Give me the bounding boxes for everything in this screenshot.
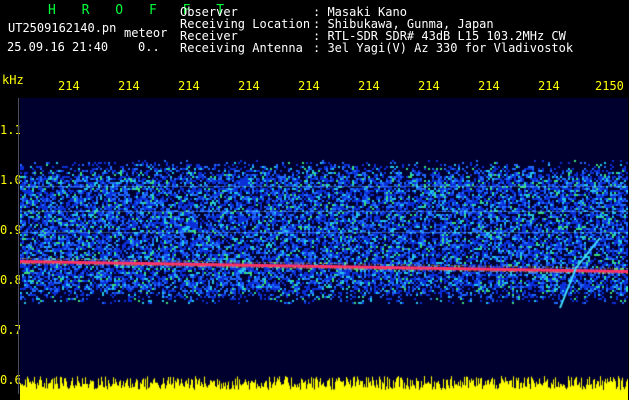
- x-tick-label: 214: [178, 79, 200, 93]
- x-tick-label: 214: [238, 79, 260, 93]
- spectrogram-plot: [20, 98, 628, 400]
- x-tick-label: 214: [478, 79, 500, 93]
- y-axis-unit: kHz: [2, 73, 24, 87]
- antenna-label: Receiving Antenna: [180, 41, 303, 55]
- x-tick-label: 214: [58, 79, 80, 93]
- x-tick-label: 214: [118, 79, 140, 93]
- x-tick-label: 214: [298, 79, 320, 93]
- datetime: 25.09.16 21:40: [7, 40, 109, 54]
- y-axis-line: [18, 98, 19, 394]
- antenna-value: : 3el Yagi(V) Az 330 for Vladivostok: [313, 41, 574, 55]
- counter: 0..: [138, 40, 160, 54]
- filename: UT2509162140.pn: [8, 21, 117, 35]
- mode-label: meteor: [124, 26, 168, 40]
- x-tick-label: 214: [358, 79, 380, 93]
- x-tick-label: 2150: [595, 79, 624, 93]
- spectrogram-window: H R O F F T UT2509162140.pn meteor 25.09…: [0, 0, 629, 400]
- x-tick-label: 214: [538, 79, 560, 93]
- x-tick-label: 214: [418, 79, 440, 93]
